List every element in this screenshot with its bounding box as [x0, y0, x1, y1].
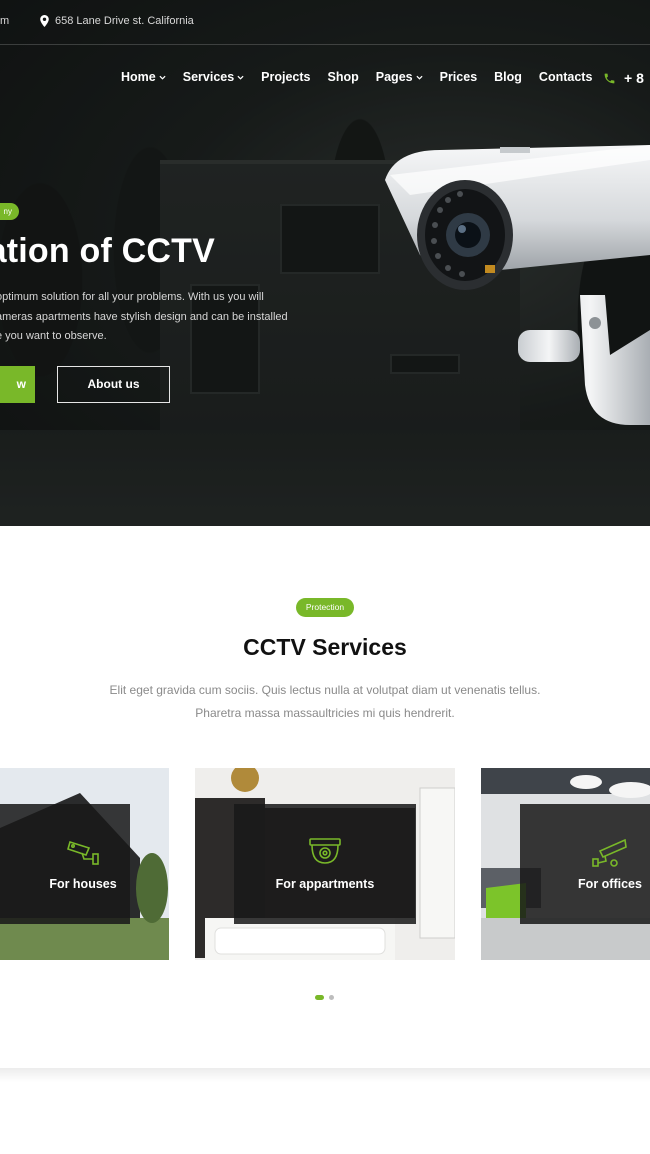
- chevron-down-icon: [416, 75, 423, 80]
- carousel-dot[interactable]: [329, 995, 334, 1000]
- map-pin-icon: [40, 15, 49, 27]
- hero-title: lation of CCTV: [0, 232, 215, 270]
- hero-section: m 658 Lane Drive st. California Home Ser…: [0, 0, 650, 526]
- cctv-camera-image: [385, 145, 650, 425]
- card-label: For houses: [49, 877, 117, 891]
- nav-item-label: Pages: [375, 70, 413, 84]
- phone-number: + 8: [624, 70, 644, 86]
- cctv-camera-icon: [592, 838, 627, 867]
- nav-item-label: Contacts: [538, 70, 593, 84]
- nav-item-pages[interactable]: Pages: [376, 70, 423, 84]
- service-card-offices[interactable]: For offices: [481, 768, 650, 960]
- card-label: For offices: [578, 877, 642, 891]
- hero-text-line: optimum solution for all your problems. …: [0, 291, 264, 303]
- topbar-address: 658 Lane Drive st. California: [40, 15, 194, 27]
- nav-item-prices[interactable]: Prices: [440, 70, 478, 84]
- hero-text-line: ameras apartments have stylish design an…: [0, 310, 288, 323]
- carousel-dot-active[interactable]: [315, 995, 324, 1000]
- section-divider: [0, 1068, 650, 1082]
- hero-description: optimum solution for all your problems. …: [0, 288, 296, 347]
- carousel-pagination: [315, 995, 334, 1000]
- nav-item-shop[interactable]: Shop: [328, 70, 359, 84]
- card-overlay: For houses: [0, 804, 130, 924]
- address-text: 658 Lane Drive st. California: [55, 15, 194, 27]
- about-us-button[interactable]: About us: [57, 366, 170, 403]
- nav-item-projects[interactable]: Projects: [261, 70, 310, 84]
- chevron-down-icon: [237, 75, 244, 80]
- main-nav: Home Services Projects Shop Pages Prices…: [121, 70, 592, 84]
- nav-item-contacts[interactable]: Contacts: [539, 70, 592, 84]
- hero-primary-button[interactable]: w: [0, 366, 35, 403]
- nav-item-label: Shop: [327, 70, 359, 84]
- service-card-houses[interactable]: For houses: [0, 768, 169, 960]
- services-badge: Protection: [296, 598, 354, 617]
- nav-item-home[interactable]: Home: [121, 70, 166, 84]
- nav-item-blog[interactable]: Blog: [494, 70, 522, 84]
- nav-item-label: Blog: [494, 70, 522, 84]
- service-card-appartments[interactable]: For appartments: [195, 768, 455, 960]
- chevron-down-icon: [159, 75, 166, 80]
- services-subtitle-line: Pharetra massa massaultricies mi quis he…: [195, 706, 455, 720]
- top-bar: m 658 Lane Drive st. California: [0, 0, 650, 45]
- nav-item-label: Home: [121, 70, 156, 84]
- security-camera-icon: [67, 840, 99, 865]
- card-overlay: For appartments: [234, 804, 416, 924]
- hero-badge: ny: [0, 203, 19, 220]
- services-title: CCTV Services: [243, 634, 407, 660]
- topbar-email[interactable]: m: [0, 15, 9, 27]
- nav-item-label: Projects: [261, 70, 311, 84]
- nav-item-services[interactable]: Services: [183, 70, 244, 84]
- nav-item-label: Services: [182, 70, 235, 84]
- services-subtitle-line: Elit eget gravida cum sociis. Quis lectu…: [109, 683, 541, 697]
- phone-icon: [604, 73, 615, 83]
- header-phone[interactable]: + 8: [603, 70, 644, 86]
- hero-text-line: e you want to observe.: [0, 330, 107, 342]
- card-overlay: For offices: [520, 804, 650, 924]
- card-label: For appartments: [275, 877, 375, 891]
- services-subtitle: Elit eget gravida cum sociis. Quis lectu…: [0, 679, 650, 725]
- dome-camera-icon: [309, 838, 341, 864]
- nav-item-label: Prices: [439, 70, 478, 84]
